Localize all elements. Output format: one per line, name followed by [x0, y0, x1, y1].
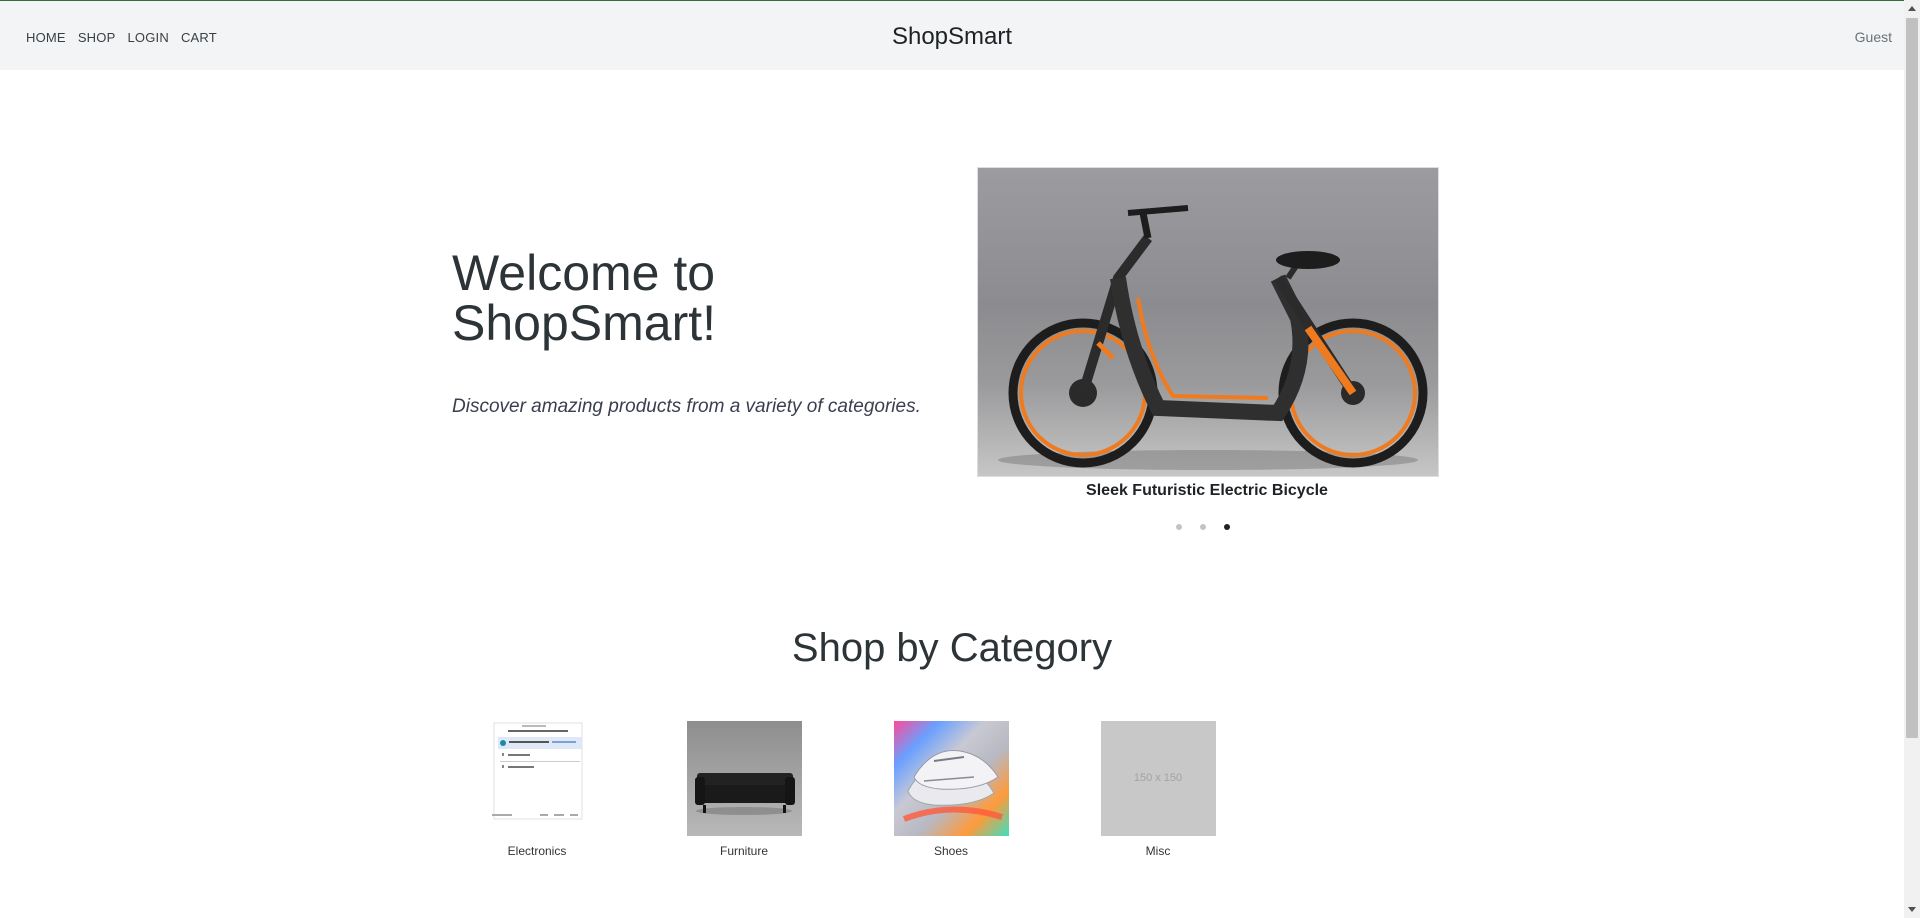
hero-title-line2: ShopSmart! [452, 295, 717, 351]
sofa-image [694, 773, 795, 815]
category-electronics[interactable]: Electronics [479, 721, 595, 858]
category-label: Furniture [719, 844, 769, 858]
category-misc[interactable]: 150 x 150 Misc [1100, 721, 1216, 858]
electric-bicycle-image [998, 205, 1428, 470]
carousel-dot-3[interactable] [1224, 524, 1230, 530]
category-label: Shoes [933, 844, 969, 858]
document-screenshot-icon [491, 722, 582, 820]
brand-logo[interactable]: ShopSmart [0, 1, 1904, 73]
section-title: Shop by Category [791, 626, 1113, 670]
scroll-down-arrow-icon[interactable] [1904, 902, 1920, 918]
category-shoes-image [893, 721, 1009, 836]
carousel-indicators [1176, 524, 1230, 530]
category-electronics-image [479, 721, 595, 836]
category-label: Misc [1145, 844, 1171, 858]
category-misc-image-placeholder: 150 x 150 [1100, 721, 1216, 836]
carousel-dot-1[interactable] [1176, 524, 1182, 530]
user-name[interactable]: Guest [1855, 1, 1892, 73]
category-furniture-image [686, 721, 802, 836]
scrollbar-thumb[interactable] [1906, 18, 1918, 738]
placeholder-size-text: 150 x 150 [1133, 772, 1183, 784]
hero-subtitle: Discover amazing products from a variety… [452, 396, 921, 417]
scroll-up-arrow-icon[interactable] [1904, 0, 1920, 16]
carousel-dot-2[interactable] [1200, 524, 1206, 530]
hero-title-line1: Welcome to [452, 245, 716, 301]
vertical-scrollbar[interactable] [1904, 0, 1920, 918]
carousel-slide-image[interactable] [977, 167, 1439, 477]
category-label: Electronics [507, 844, 567, 858]
carousel-caption: Sleek Futuristic Electric Bicycle [1086, 482, 1328, 499]
category-shoes[interactable]: Shoes [893, 721, 1009, 858]
navbar: HOME SHOP LOGIN CART ShopSmart Guest [0, 1, 1904, 70]
sneakers-image [902, 750, 1003, 822]
category-furniture[interactable]: Furniture [686, 721, 802, 858]
hero-title: Welcome to ShopSmart! [452, 248, 872, 348]
